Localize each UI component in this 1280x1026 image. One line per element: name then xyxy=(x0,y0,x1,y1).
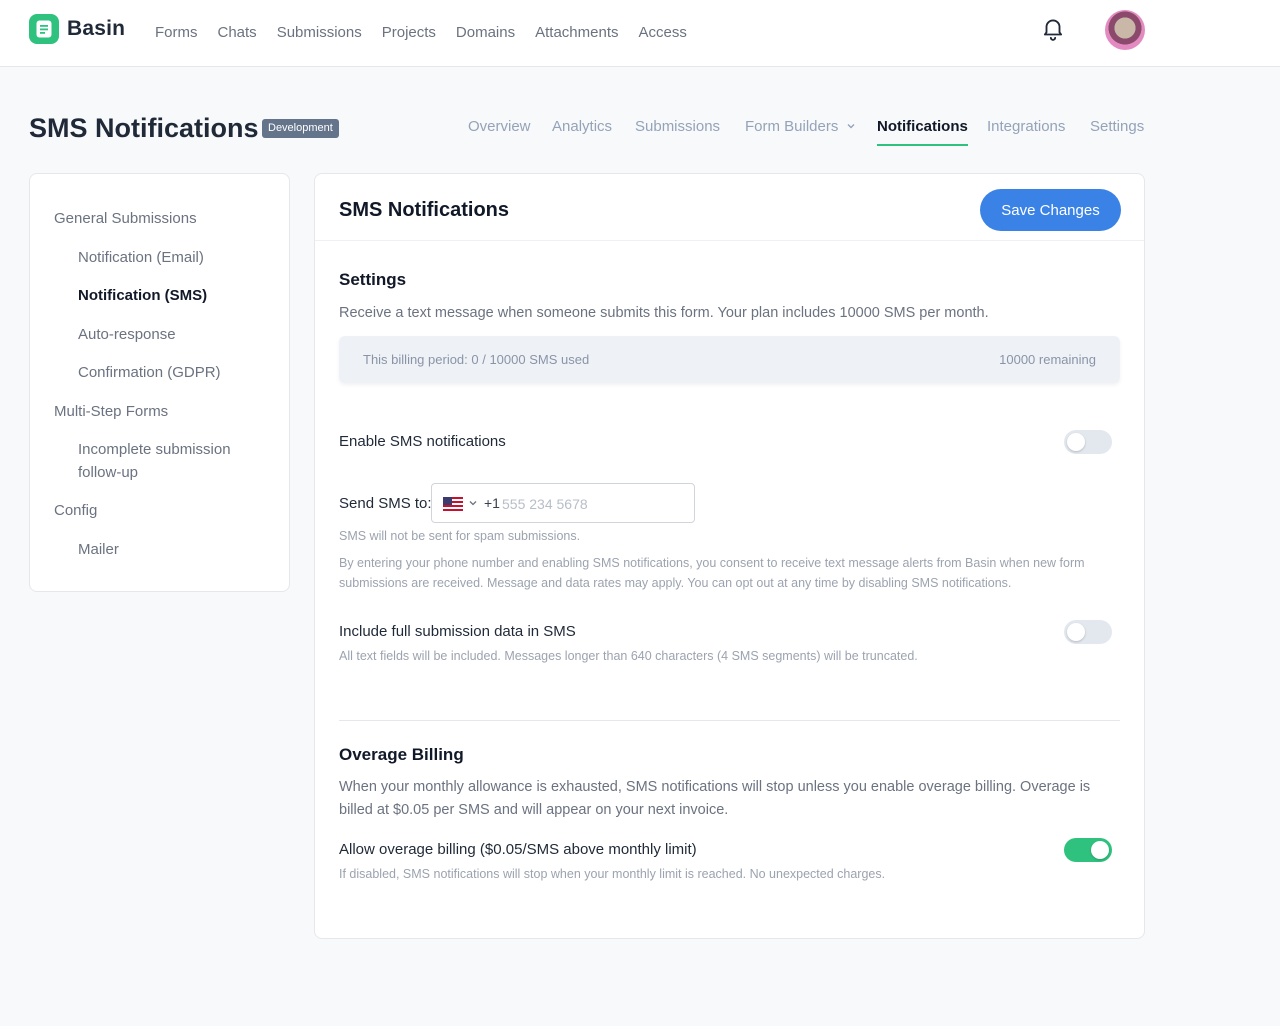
sms-settings-card: SMS Notifications Save Changes Settings … xyxy=(314,173,1145,939)
full-data-toggle[interactable] xyxy=(1064,620,1112,644)
toggle-knob xyxy=(1067,623,1085,641)
toggle-knob xyxy=(1091,841,1109,859)
nav-domains[interactable]: Domains xyxy=(456,24,515,41)
tab-notifications[interactable]: Notifications xyxy=(877,118,968,146)
full-data-hint: All text fields will be included. Messag… xyxy=(339,649,918,663)
sidebar-item-notification-email[interactable]: Notification (Email) xyxy=(78,246,268,269)
phone-number-input[interactable] xyxy=(502,493,682,515)
tab-form-builders[interactable]: Form Builders xyxy=(745,118,856,146)
full-data-label: Include full submission data in SMS xyxy=(339,623,576,640)
usage-remaining-text: 10000 remaining xyxy=(999,352,1096,367)
top-navbar: Basin Forms Chats Submissions Projects D… xyxy=(0,0,1280,67)
sidebar-group-general-submissions[interactable]: General Submissions xyxy=(54,207,197,230)
environment-badge: Development xyxy=(262,119,339,138)
tab-integrations[interactable]: Integrations xyxy=(987,118,1065,146)
card-header: SMS Notifications Save Changes xyxy=(315,174,1144,241)
toggle-knob xyxy=(1067,433,1085,451)
tab-submissions[interactable]: Submissions xyxy=(635,118,720,146)
page-title: SMS Notifications xyxy=(29,113,259,143)
card-title: SMS Notifications xyxy=(339,199,510,221)
usage-summary: This billing period: 0 / 10000 SMS used … xyxy=(339,336,1120,383)
user-avatar[interactable] xyxy=(1105,10,1145,50)
overage-description: When your monthly allowance is exhausted… xyxy=(339,779,1091,818)
chevron-down-icon xyxy=(847,124,855,129)
bell-icon[interactable] xyxy=(1040,15,1066,41)
sidebar-item-auto-response[interactable]: Auto-response xyxy=(78,323,268,346)
settings-description: Receive a text message when someone subm… xyxy=(339,305,989,321)
basin-logo-icon xyxy=(29,14,59,44)
send-sms-to-label: Send SMS to: xyxy=(339,495,432,512)
tab-settings[interactable]: Settings xyxy=(1090,118,1144,146)
nav-forms[interactable]: Forms xyxy=(155,24,198,41)
app-name: Basin xyxy=(67,17,126,40)
sidebar-item-confirmation-gdpr[interactable]: Confirmation (GDPR) xyxy=(78,361,268,384)
notifications-sidebar: General Submissions Notification (Email)… xyxy=(29,173,290,592)
allow-overage-label: Allow overage billing ($0.05/SMS above m… xyxy=(339,841,697,858)
nav-chats[interactable]: Chats xyxy=(218,24,257,41)
tab-overview[interactable]: Overview xyxy=(468,118,531,146)
spam-hint: SMS will not be sent for spam submission… xyxy=(339,529,581,543)
app-logo[interactable]: Basin xyxy=(29,14,125,44)
sidebar-item-mailer[interactable]: Mailer xyxy=(78,538,268,561)
sidebar-group-config[interactable]: Config xyxy=(54,499,97,522)
enable-sms-label: Enable SMS notifications xyxy=(339,433,506,450)
usage-used-text: This billing period: 0 / 10000 SMS used xyxy=(363,352,590,367)
allow-overage-hint: If disabled, SMS notifications will stop… xyxy=(339,867,886,881)
nav-submissions[interactable]: Submissions xyxy=(277,24,362,41)
phone-number-field: +1 xyxy=(431,483,695,523)
allow-overage-toggle[interactable] xyxy=(1064,838,1112,862)
settings-heading: Settings xyxy=(339,270,407,289)
save-changes-button[interactable]: Save Changes xyxy=(980,189,1121,231)
us-flag-icon[interactable] xyxy=(443,497,463,511)
consent-hint: By entering your phone number and enabli… xyxy=(339,556,1085,590)
main-nav: Forms Chats Submissions Projects Domains… xyxy=(155,24,707,41)
overage-heading: Overage Billing xyxy=(339,745,464,764)
sidebar-group-multi-step-forms[interactable]: Multi-Step Forms xyxy=(54,400,168,423)
sidebar-item-notification-sms[interactable]: Notification (SMS) xyxy=(78,284,268,307)
section-divider xyxy=(339,720,1120,721)
tab-form-builders-label: Form Builders xyxy=(745,118,839,135)
sidebar-item-incomplete-submission[interactable]: Incomplete submission follow-up xyxy=(78,438,268,484)
country-dial-code: +1 xyxy=(484,495,500,511)
nav-access[interactable]: Access xyxy=(638,24,686,41)
enable-sms-toggle[interactable] xyxy=(1064,430,1112,454)
chevron-down-icon[interactable] xyxy=(468,498,478,508)
nav-attachments[interactable]: Attachments xyxy=(535,24,618,41)
tab-analytics[interactable]: Analytics xyxy=(552,118,612,146)
nav-projects[interactable]: Projects xyxy=(382,24,436,41)
